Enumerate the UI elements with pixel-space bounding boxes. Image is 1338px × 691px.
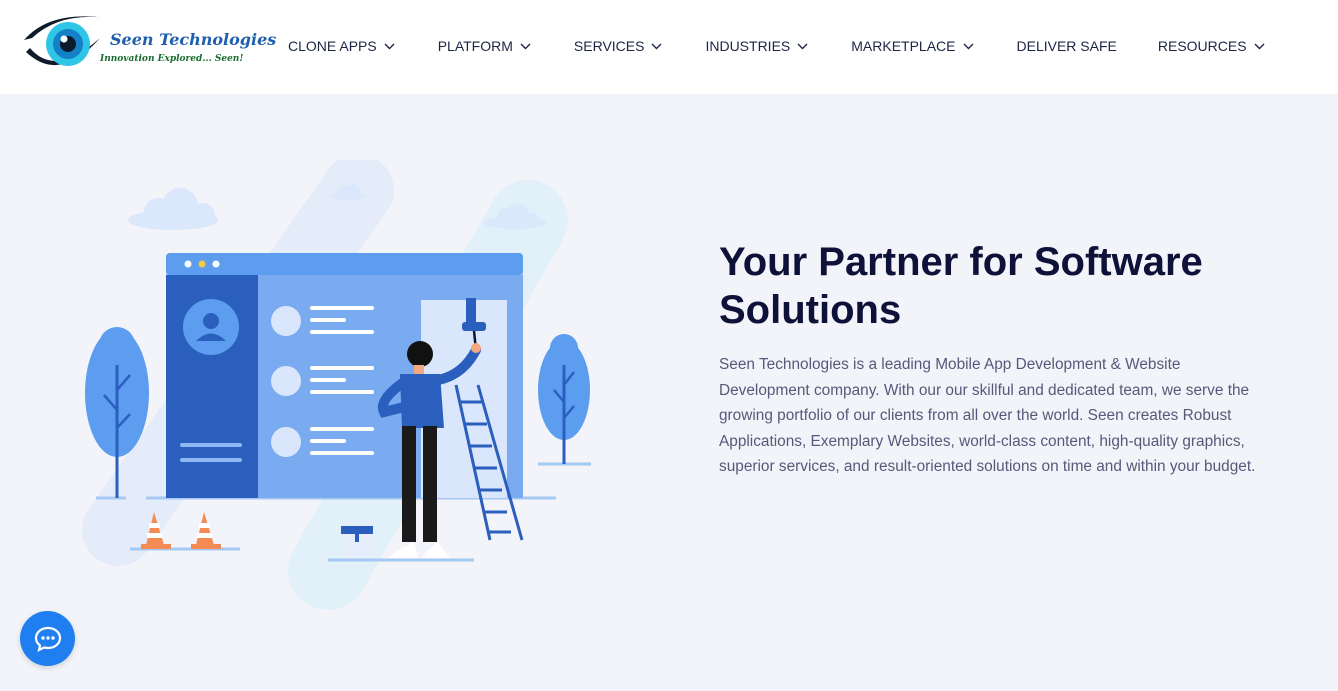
chevron-down-icon [1254,43,1265,50]
eye-logo-icon [24,16,106,66]
traffic-cone-icon [191,512,221,549]
tree-icon [538,334,590,464]
hero-illustration [78,154,608,610]
nav-label: PLATFORM [437,38,513,54]
nav-item-platform[interactable]: PLATFORM [438,38,531,54]
chevron-down-icon [520,43,531,50]
browser-window-illustration [166,253,523,498]
main-nav: CLONE APPS PLATFORM SERVICES INDUSTRIES … [288,36,1265,56]
paint-bucket-icon [341,526,373,558]
nav-label: MARKETPLACE [851,38,956,54]
nav-label: RESOURCES [1157,38,1247,54]
nav-item-industries[interactable]: INDUSTRIES [705,38,808,54]
nav-label: INDUSTRIES [705,38,791,54]
nav-item-marketplace[interactable]: MARKETPLACE [851,38,973,54]
chevron-down-icon [651,43,662,50]
hero-title: Your Partner for Software Solutions [719,240,1203,332]
chevron-down-icon [384,43,395,50]
chat-button[interactable] [20,611,75,666]
nav-item-resources[interactable]: RESOURCES [1158,38,1265,54]
nav-label: DELIVER SAFE [1016,38,1117,54]
hero-description: Seen Technologies is a leading Mobile Ap… [719,356,1256,475]
chevron-down-icon [963,43,974,50]
site-header: Seen Technologies Innovation Explored...… [0,0,1338,94]
chat-bubble-icon [34,626,61,652]
brand-logo[interactable]: Seen Technologies Innovation Explored...… [20,8,276,80]
brand-tagline: Innovation Explored... Seen! [100,54,244,64]
nav-item-services[interactable]: SERVICES [574,38,663,54]
nav-item-clone-apps[interactable]: CLONE APPS [288,38,395,54]
nav-label: CLONE APPS [288,38,377,54]
brand-name: Seen Technologies [110,30,277,49]
nav-item-deliver-safe[interactable]: DELIVER SAFE [1017,38,1117,54]
cloud-icon [128,188,218,230]
nav-label: SERVICES [573,38,645,54]
chevron-down-icon [797,43,808,50]
